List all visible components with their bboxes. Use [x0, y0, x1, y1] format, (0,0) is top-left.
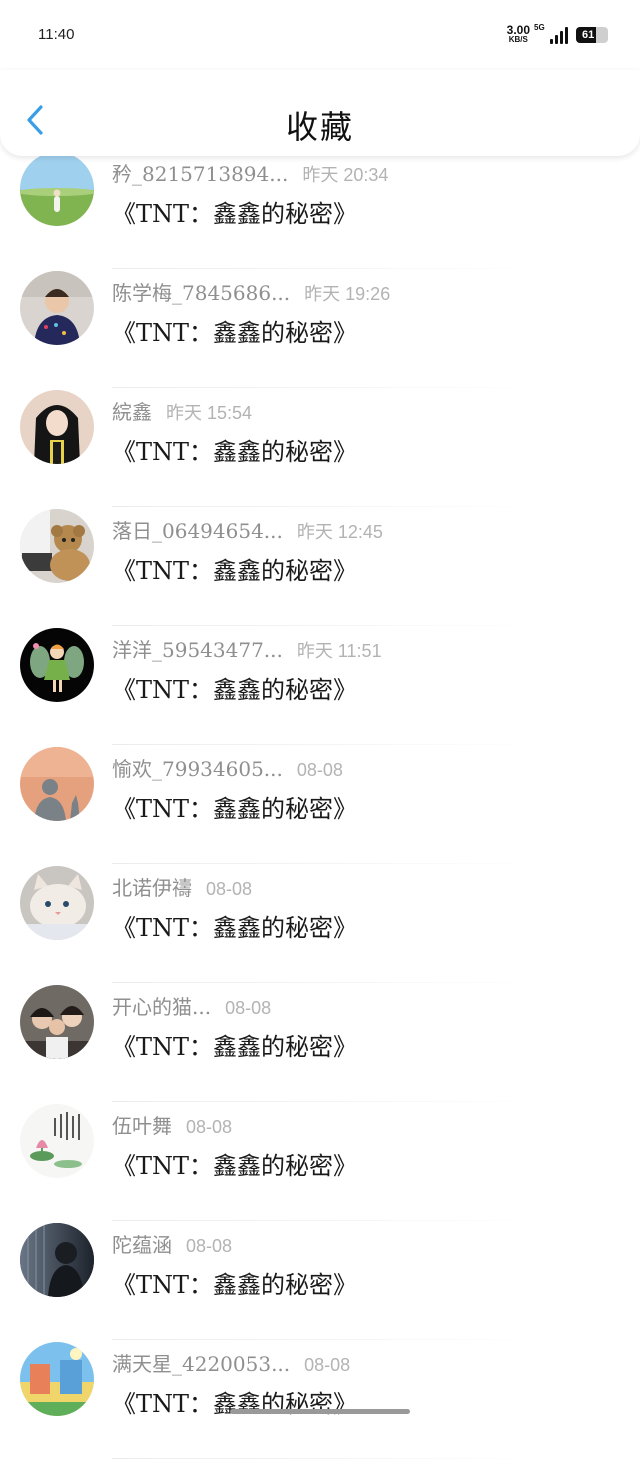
- avatar[interactable]: [20, 271, 94, 345]
- item-meta: 落日_06494654... 昨天 12:45: [112, 515, 383, 544]
- story-title[interactable]: 《TNT：鑫鑫的秘密》: [112, 908, 357, 943]
- list-item[interactable]: 綄鑫 昨天 15:54 《TNT：鑫鑫的秘密》: [0, 388, 640, 507]
- timestamp: 08-08: [304, 1355, 351, 1375]
- story-title[interactable]: 《TNT：鑫鑫的秘密》: [112, 1265, 357, 1300]
- timestamp: 08-08: [186, 1117, 233, 1137]
- page-title: 收藏: [285, 108, 354, 146]
- story-title[interactable]: 《TNT：鑫鑫的秘密》: [112, 789, 357, 824]
- timestamp: 08-08: [296, 760, 343, 780]
- item-meta: 陀蕴涵 08-08: [112, 1229, 232, 1258]
- user-name[interactable]: 陈学梅_7845686...: [112, 277, 290, 306]
- network-speed-value: 3.00: [506, 23, 530, 37]
- list-item[interactable]: 落日_06494654... 昨天 12:45 《TNT：鑫鑫的秘密》: [0, 507, 640, 626]
- story-title[interactable]: 《TNT：鑫鑫的秘密》: [112, 432, 357, 467]
- timestamp: 昨天 15:54: [166, 403, 253, 423]
- user-name[interactable]: 伍叶舞: [112, 1110, 172, 1139]
- avatar[interactable]: [20, 628, 94, 702]
- item-meta: 开心的猫... 08-08: [112, 991, 271, 1020]
- user-name[interactable]: 开心的猫...: [112, 991, 211, 1020]
- timestamp: 08-08: [225, 998, 272, 1018]
- network-type: 5G: [534, 23, 545, 32]
- user-name[interactable]: 矜_8215713894...: [112, 158, 288, 187]
- avatar[interactable]: [20, 152, 94, 226]
- list-item[interactable]: 北诺伊禱 08-08 《TNT：鑫鑫的秘密》: [0, 864, 640, 983]
- user-name[interactable]: 陀蕴涵: [112, 1229, 172, 1258]
- list-item[interactable]: 伍叶舞 08-08 《TNT：鑫鑫的秘密》: [0, 1102, 640, 1221]
- user-name[interactable]: 愉欢_79934605...: [112, 753, 283, 782]
- avatar[interactable]: [20, 1104, 94, 1178]
- item-meta: 北诺伊禱 08-08: [112, 872, 252, 901]
- avatar[interactable]: [20, 985, 94, 1059]
- network-speed-unit: KB/S: [508, 35, 528, 44]
- timestamp: 昨天 19:26: [304, 284, 391, 304]
- avatar[interactable]: [20, 390, 94, 464]
- avatar[interactable]: [20, 1223, 94, 1297]
- system-indicators: 3.00 KB/S 5G 61: [507, 23, 608, 47]
- home-indicator[interactable]: [230, 1409, 410, 1414]
- header-bar: 收藏: [0, 70, 640, 156]
- story-title[interactable]: 《TNT：鑫鑫的秘密》: [112, 551, 357, 586]
- list-item[interactable]: 陈学梅_7845686... 昨天 19:26 《TNT：鑫鑫的秘密》: [0, 269, 640, 388]
- user-name[interactable]: 北诺伊禱: [112, 872, 192, 901]
- list-item[interactable]: 洋洋_59543477... 昨天 11:51 《TNT：鑫鑫的秘密》: [0, 626, 640, 745]
- item-meta: 愉欢_79934605... 08-08: [112, 753, 343, 782]
- status-bar: 11:40 3.00 KB/S 5G 61: [0, 0, 640, 70]
- story-title[interactable]: 《TNT：鑫鑫的秘密》: [112, 313, 357, 348]
- timestamp: 昨天 11:51: [296, 641, 382, 661]
- battery-icon: 61: [576, 27, 608, 43]
- network-speed: 3.00 KB/S: [506, 23, 530, 45]
- battery-level: 61: [582, 29, 595, 41]
- timestamp: 08-08: [206, 879, 253, 899]
- story-title[interactable]: 《TNT：鑫鑫的秘密》: [112, 194, 357, 229]
- favorites-list: 矜_8215713894... 昨天 20:34 《TNT：鑫鑫的秘密》 陈学梅_78…: [0, 150, 640, 1459]
- user-name[interactable]: 綄鑫: [112, 396, 152, 425]
- story-title[interactable]: 《TNT：鑫鑫的秘密》: [112, 1027, 357, 1062]
- user-name[interactable]: 落日_06494654...: [112, 515, 283, 544]
- timestamp: 昨天 12:45: [296, 522, 383, 542]
- item-meta: 矜_8215713894... 昨天 20:34: [112, 158, 388, 187]
- item-meta: 满天星_4220053... 08-08: [112, 1348, 350, 1377]
- timestamp: 昨天 20:34: [302, 165, 389, 185]
- story-title[interactable]: 《TNT：鑫鑫的秘密》: [112, 1146, 357, 1181]
- story-title[interactable]: 《TNT：鑫鑫的秘密》: [112, 670, 357, 705]
- avatar[interactable]: [20, 1342, 94, 1416]
- timestamp: 08-08: [186, 1236, 233, 1256]
- list-item[interactable]: 满天星_4220053... 08-08 《TNT：鑫鑫的秘密》: [0, 1340, 640, 1459]
- item-meta: 洋洋_59543477... 昨天 11:51: [112, 634, 382, 663]
- user-name[interactable]: 洋洋_59543477...: [112, 634, 283, 663]
- item-meta: 伍叶舞 08-08: [112, 1110, 232, 1139]
- list-item[interactable]: 开心的猫... 08-08 《TNT：鑫鑫的秘密》: [0, 983, 640, 1102]
- list-item[interactable]: 矜_8215713894... 昨天 20:34 《TNT：鑫鑫的秘密》: [0, 150, 640, 269]
- item-meta: 綄鑫 昨天 15:54: [112, 396, 252, 425]
- user-name[interactable]: 满天星_4220053...: [112, 1348, 290, 1377]
- avatar[interactable]: [20, 747, 94, 821]
- avatar[interactable]: [20, 509, 94, 583]
- avatar[interactable]: [20, 866, 94, 940]
- list-item[interactable]: 愉欢_79934605... 08-08 《TNT：鑫鑫的秘密》: [0, 745, 640, 864]
- signal-icon: 5G: [534, 23, 568, 44]
- item-meta: 陈学梅_7845686... 昨天 19:26: [112, 277, 390, 306]
- clock: 11:40: [38, 26, 75, 43]
- list-item[interactable]: 陀蕴涵 08-08 《TNT：鑫鑫的秘密》: [0, 1221, 640, 1340]
